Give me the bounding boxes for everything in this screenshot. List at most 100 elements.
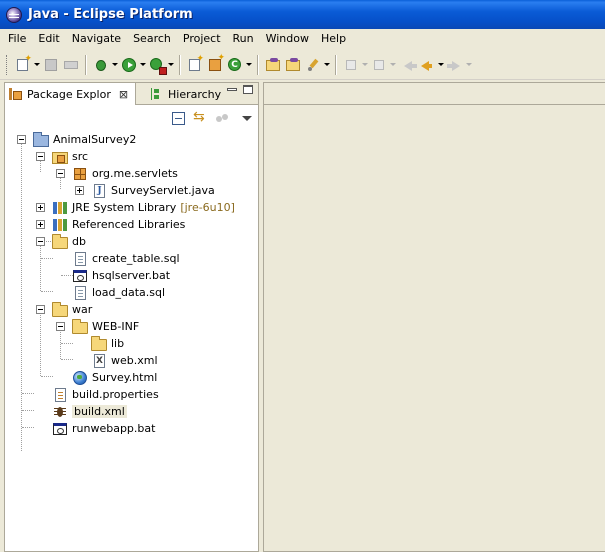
tree-item-surveyservlet-java[interactable]: J SurveyServlet.java <box>91 182 215 199</box>
run-dropdown[interactable] <box>139 54 147 76</box>
open-task-button[interactable] <box>283 54 303 76</box>
toolbar-grip[interactable] <box>6 54 9 75</box>
tree-item-db[interactable]: db <box>52 233 86 250</box>
tree-item-src[interactable]: src <box>52 148 88 165</box>
folder-icon <box>72 318 88 334</box>
tree-connector <box>61 359 73 360</box>
link-with-editor-icon <box>193 109 207 126</box>
tree-item-create-table-sql[interactable]: create_table.sql <box>72 250 180 267</box>
forward-dropdown[interactable] <box>465 54 473 76</box>
new-class-dropdown[interactable] <box>245 54 253 76</box>
tree-item-build-xml[interactable]: build.xml <box>52 403 127 420</box>
external-tools-dropdown[interactable] <box>167 54 175 76</box>
collapse-toggle[interactable] <box>56 169 65 178</box>
tab-hierarchy-label: Hierarchy <box>168 87 222 101</box>
run-button[interactable] <box>119 54 139 76</box>
source-folder-icon <box>52 151 68 164</box>
menu-search[interactable]: Search <box>127 29 177 48</box>
link-with-editor-button[interactable] <box>190 109 210 128</box>
tree-item-label: hsqlserver.bat <box>92 269 171 282</box>
back-button[interactable] <box>417 54 437 76</box>
tree-item-war[interactable]: war <box>52 301 92 318</box>
collapse-toggle[interactable] <box>36 305 45 314</box>
new-package-icon <box>209 53 225 71</box>
tree-item-referenced-libraries[interactable]: Referenced Libraries <box>52 216 185 233</box>
window-title: Java - Eclipse Platform <box>28 7 193 22</box>
tab-hierarchy[interactable]: Hierarchy <box>145 83 225 105</box>
hierarchy-icon <box>149 87 163 101</box>
filter-icon <box>215 112 229 126</box>
tree-connector <box>41 258 53 259</box>
previous-annotation-button[interactable] <box>369 54 389 76</box>
tree-item-org-me-servlets[interactable]: org.me.servlets <box>72 165 178 182</box>
save-button[interactable] <box>41 54 61 76</box>
tree-item-runwebapp-bat[interactable]: runwebapp.bat <box>52 420 155 437</box>
tree-item-load-data-sql[interactable]: load_data.sql <box>72 284 165 301</box>
menu-window[interactable]: Window <box>260 29 315 48</box>
search-button[interactable] <box>303 54 323 76</box>
text-file-icon <box>75 251 86 266</box>
expand-toggle[interactable] <box>36 203 45 212</box>
toolbar-separator <box>85 54 87 75</box>
collapse-toggle[interactable] <box>17 135 26 144</box>
close-icon[interactable]: ⊠ <box>119 88 128 101</box>
new-package-button[interactable] <box>205 53 225 76</box>
menu-project[interactable]: Project <box>177 29 227 48</box>
tab-package-explorer-label: Package Explor <box>27 87 111 101</box>
search-dropdown[interactable] <box>323 54 331 76</box>
new-dropdown[interactable] <box>33 54 41 76</box>
search-icon <box>307 59 319 71</box>
collapse-all-button[interactable] <box>168 110 188 128</box>
tree-item-label: lib <box>111 337 125 350</box>
tree-item-label: runwebapp.bat <box>72 422 156 435</box>
collapse-toggle[interactable] <box>36 152 45 161</box>
external-tools-button[interactable] <box>147 54 167 76</box>
tree-item-label: Referenced Libraries <box>72 218 186 231</box>
tree-item-build-properties[interactable]: build.properties <box>52 386 159 403</box>
tree-item-lib[interactable]: lib <box>91 335 124 352</box>
last-edit-button[interactable] <box>397 54 417 76</box>
next-annotation-button[interactable] <box>341 54 361 76</box>
tree-item-hsqlserver-bat[interactable]: hsqlserver.bat <box>72 267 170 284</box>
print-button[interactable] <box>61 54 81 76</box>
maximize-view-button[interactable] <box>243 85 253 94</box>
menu-edit[interactable]: Edit <box>32 29 65 48</box>
tree-item-animalsurvey2[interactable]: AnimalSurvey2 <box>33 131 136 148</box>
new-java-project-button[interactable] <box>185 54 205 76</box>
menu-run[interactable]: Run <box>227 29 260 48</box>
save-icon <box>45 58 57 71</box>
xml-file-icon: X <box>94 353 105 368</box>
tree-item-label: Survey.html <box>92 371 158 384</box>
collapse-toggle[interactable] <box>36 237 45 246</box>
previous-annotation-dropdown[interactable] <box>389 54 397 76</box>
expand-toggle[interactable] <box>75 186 84 195</box>
back-dropdown[interactable] <box>437 54 445 76</box>
filter-button[interactable] <box>212 110 232 128</box>
toolbar-separator <box>179 54 181 75</box>
menu-help[interactable]: Help <box>315 29 352 48</box>
debug-dropdown[interactable] <box>111 54 119 76</box>
collapse-toggle[interactable] <box>56 322 65 331</box>
next-annotation-dropdown[interactable] <box>361 54 369 76</box>
menu-navigate[interactable]: Navigate <box>66 29 127 48</box>
debug-button[interactable] <box>91 54 111 76</box>
tree-item-decoration: [jre-6u10] <box>180 201 235 214</box>
new-button[interactable] <box>13 54 33 76</box>
tree-item-survey-html[interactable]: Survey.html <box>72 369 157 386</box>
tree-connector <box>22 427 34 428</box>
minimize-view-button[interactable] <box>227 88 237 91</box>
forward-button[interactable] <box>445 54 465 76</box>
editor-area[interactable] <box>263 82 605 552</box>
new-class-button[interactable]: C <box>225 54 245 76</box>
new-class-icon: C <box>228 57 241 71</box>
tab-package-explorer[interactable]: Package Explor ⊠ <box>5 83 136 105</box>
menu-file[interactable]: File <box>2 29 32 48</box>
tree-item-jre-system-library[interactable]: JRE System Library [jre-6u10] <box>52 199 235 216</box>
tree-item-web-xml[interactable]: X web.xml <box>91 352 158 369</box>
open-type-button[interactable] <box>263 54 283 76</box>
expand-toggle[interactable] <box>36 220 45 229</box>
view-menu-button[interactable] <box>234 110 254 128</box>
tree-item-web-inf[interactable]: WEB-INF <box>72 318 139 335</box>
tree-item-label: org.me.servlets <box>92 167 178 180</box>
eclipse-icon[interactable] <box>6 6 22 23</box>
